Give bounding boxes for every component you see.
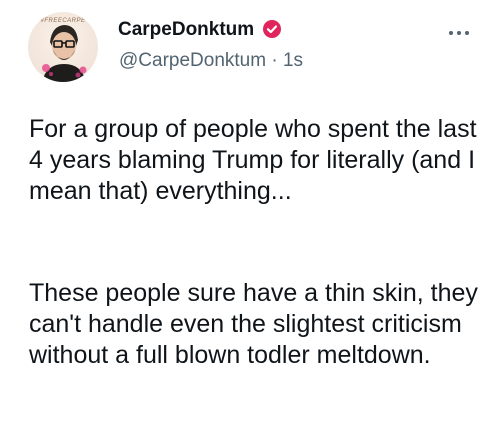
display-name[interactable]: CarpeDonktum bbox=[118, 19, 254, 41]
tweet-card: #FREECARPE CarpeDonktum @CarpeDonktum · … bbox=[0, 0, 500, 431]
handle-row: @CarpeDonktum · 1s bbox=[119, 50, 303, 72]
separator-dot: · bbox=[271, 50, 278, 71]
avatar-tag: #FREECARPE bbox=[40, 18, 86, 24]
verified-badge-icon bbox=[263, 20, 281, 38]
more-horizontal-icon[interactable] bbox=[448, 24, 470, 40]
timestamp[interactable]: 1s bbox=[283, 50, 303, 71]
tweet-text-paragraph-1: For a group of people who spent the last… bbox=[29, 115, 477, 205]
handle[interactable]: @CarpeDonktum bbox=[119, 50, 266, 71]
avatar[interactable]: #FREECARPE bbox=[28, 12, 98, 82]
tweet-text-paragraph-2: These people sure have a thin skin, they… bbox=[29, 279, 478, 369]
